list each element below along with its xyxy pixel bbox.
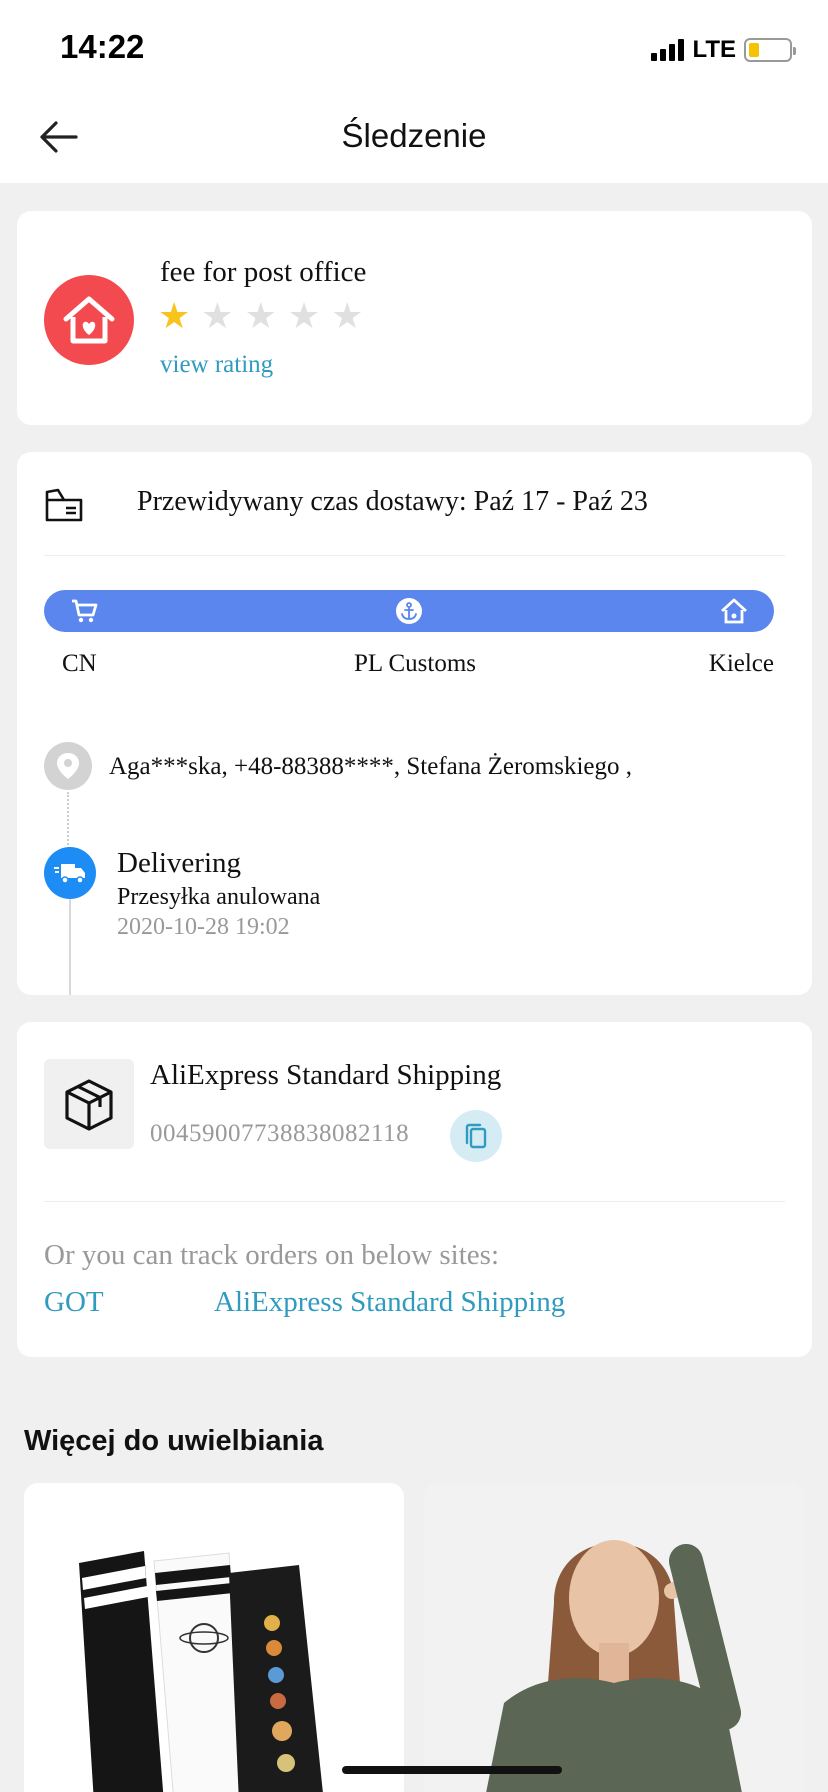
seller-name[interactable]: fee for post office <box>160 256 366 289</box>
status-indicators: LTE <box>651 36 796 64</box>
track-hint-text: Or you can track orders on below sites: <box>44 1239 500 1271</box>
package-thumbnail <box>44 1059 134 1149</box>
star-filled-icon: ★ <box>158 296 191 337</box>
copy-icon <box>465 1123 487 1149</box>
battery-icon <box>744 38 796 62</box>
house-heart-icon <box>63 296 115 344</box>
model-photo-image <box>424 1483 804 1792</box>
location-pin-icon <box>44 742 92 790</box>
network-type: LTE <box>692 36 736 63</box>
recommendations-title: Więcej do uwielbiania <box>24 1425 324 1457</box>
tracking-card: Przewidywany czas dostawy: Paź 17 - Paź … <box>17 452 812 995</box>
tracking-link-aliexpress[interactable]: AliExpress Standard Shipping <box>214 1286 565 1319</box>
star-empty-icon: ★ <box>244 296 277 337</box>
stage-label-customs: PL Customs <box>354 650 477 677</box>
stage-label-origin: CN <box>62 650 97 677</box>
divider <box>44 1201 785 1202</box>
stage-label-destination: Kielce <box>708 650 774 677</box>
timeline-line <box>69 899 71 995</box>
shipping-progress-bar <box>44 590 774 632</box>
star-empty-icon: ★ <box>201 296 234 337</box>
home-indicator[interactable] <box>342 1766 562 1774</box>
tracking-link-got[interactable]: GOT <box>44 1286 104 1319</box>
seller-logo[interactable] <box>44 275 134 365</box>
status-bar: 14:22 LTE <box>0 0 828 95</box>
copy-button[interactable] <box>450 1110 502 1162</box>
shipping-card: AliExpress Standard Shipping 00459007738… <box>17 1022 812 1357</box>
divider <box>44 555 785 556</box>
truck-icon <box>44 847 96 899</box>
event-title: Delivering <box>117 847 242 879</box>
tracking-number: 00459007738838082118 <box>150 1120 410 1147</box>
nav-bar: Śledzenie <box>0 95 828 183</box>
page-title: Śledzenie <box>341 117 487 154</box>
anchor-icon <box>396 598 422 624</box>
view-rating-link[interactable]: view rating <box>160 351 273 379</box>
signal-icon <box>651 39 685 61</box>
delivery-estimate: Przewidywany czas dostawy: Paź 17 - Paź … <box>137 486 648 517</box>
carrier-name: AliExpress Standard Shipping <box>150 1059 502 1091</box>
seller-rating: ★ ★ ★ ★ ★ <box>158 299 363 335</box>
star-empty-icon: ★ <box>331 296 364 337</box>
socks-image <box>79 1551 323 1792</box>
event-timestamp: 2020-10-28 19:02 <box>117 914 290 940</box>
delivery-address: Aga***ska, +48-88388****, Stefana Żeroms… <box>109 753 633 780</box>
timeline-dotted-line <box>67 792 69 852</box>
seller-card: fee for post office ★ ★ ★ ★ ★ view ratin… <box>17 211 812 425</box>
status-time: 14:22 <box>60 28 145 65</box>
product-card-socks[interactable] <box>24 1483 404 1792</box>
house-icon <box>721 598 747 624</box>
star-empty-icon: ★ <box>287 296 321 337</box>
cart-icon <box>72 599 98 623</box>
package-icon <box>65 1079 113 1131</box>
battery-level <box>749 43 759 57</box>
event-description: Przesyłka anulowana <box>117 884 321 910</box>
mailbox-icon <box>45 488 83 522</box>
product-card-sweater[interactable] <box>424 1483 804 1792</box>
